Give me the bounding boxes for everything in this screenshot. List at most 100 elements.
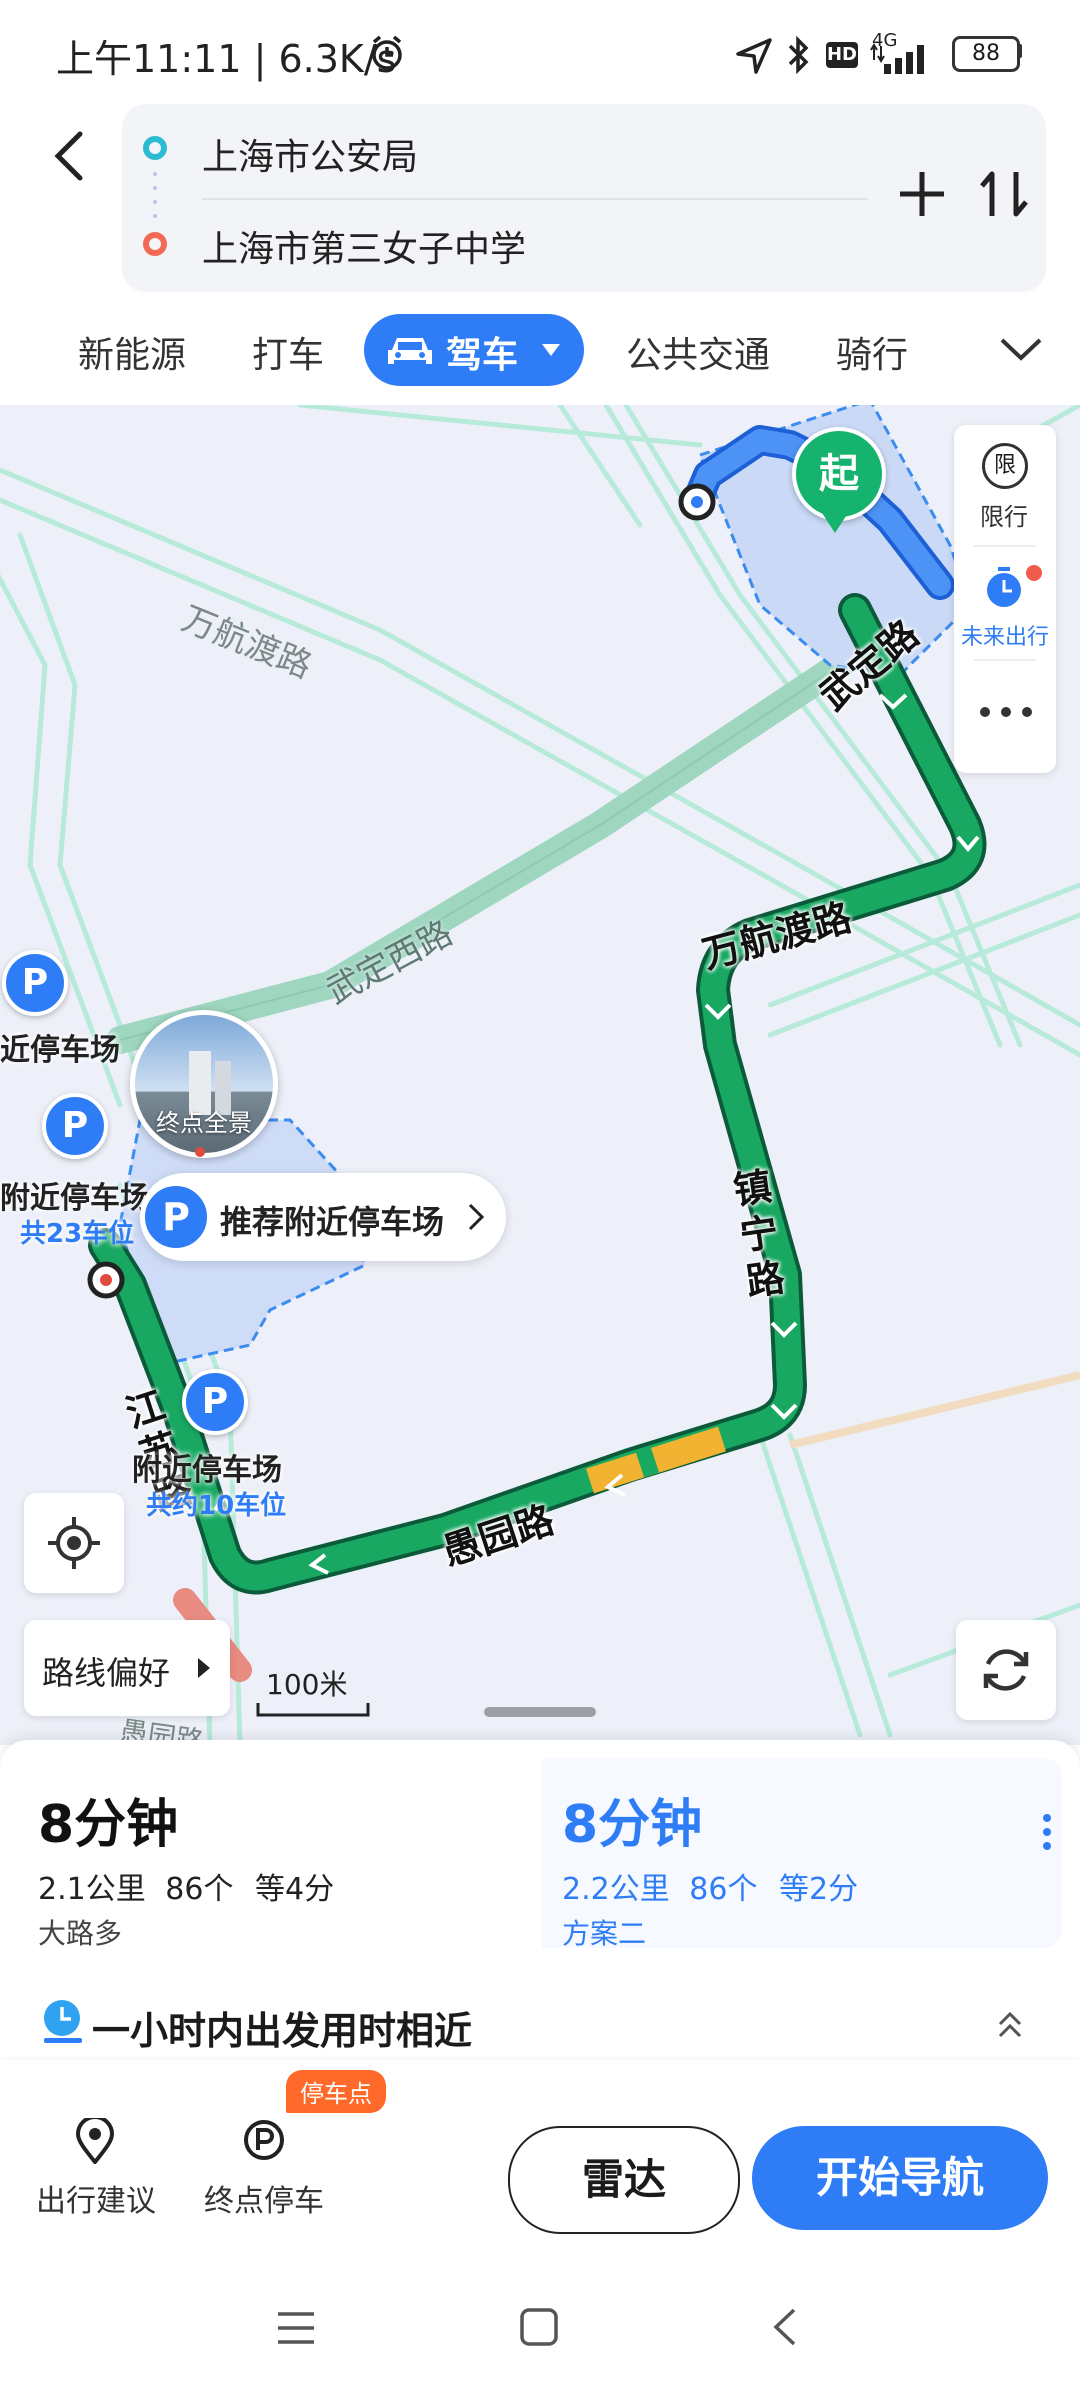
chevron-right-icon bbox=[468, 1203, 485, 1231]
route-time: 8分钟 bbox=[562, 1795, 703, 1855]
hd-badge: HD bbox=[826, 42, 858, 68]
start-navigation-button[interactable]: 开始导航 bbox=[752, 2126, 1048, 2230]
parking-marker[interactable]: P bbox=[42, 1093, 108, 1159]
tab-taxi[interactable]: 打车 bbox=[252, 326, 324, 378]
route-input-box: 上海市公安局 上海市第三女子中学 ! bbox=[122, 104, 1046, 292]
route-dots-icon bbox=[143, 136, 167, 256]
travel-mode-tabs: 新能源 打车 驾车 公共交通 骑行 bbox=[0, 310, 1080, 390]
bluetooth-icon bbox=[788, 35, 809, 75]
caret-right-icon bbox=[198, 1658, 210, 1678]
route-options: 8分钟 2.1公里 86个 等4分 大路多 8分钟 2.2公里 86个 等2分 … bbox=[18, 1758, 1062, 1950]
origin-field[interactable]: 上海市公安局 bbox=[202, 128, 418, 180]
bottom-action-bar: 出行建议 终点停车 停车点 雷达 开始导航 bbox=[0, 2060, 1080, 2240]
parking-lot-label: 附近停车场 bbox=[0, 1181, 150, 1216]
status-time-speed: 上午11:11 | 6.3K/s bbox=[56, 37, 397, 81]
locate-icon bbox=[48, 1517, 100, 1569]
start-marker-pin bbox=[822, 513, 848, 533]
tab-drive[interactable]: 驾车 bbox=[364, 314, 584, 386]
route-lights: 6个 bbox=[184, 1872, 234, 1907]
parking-point-badge: 停车点 bbox=[286, 2070, 386, 2113]
route-wait: 等2分 bbox=[779, 1872, 859, 1907]
route-tag: 大路多 bbox=[38, 1917, 123, 1950]
chevron-down-icon[interactable] bbox=[998, 332, 1044, 368]
future-travel-label[interactable]: 未来出行 bbox=[954, 619, 1056, 651]
route-option-1[interactable]: 8分钟 2.1公里 86个 等4分 大路多 bbox=[18, 1758, 538, 1950]
battery-tip bbox=[1017, 44, 1022, 58]
back-button[interactable] bbox=[40, 120, 100, 190]
parking-lot-label: 附近停车场 bbox=[132, 1453, 282, 1488]
destination-field[interactable]: 上海市第三女子中学 bbox=[202, 220, 526, 272]
route-distance: 2.1公里 bbox=[38, 1872, 146, 1907]
parking-marker[interactable]: P bbox=[182, 1369, 248, 1435]
refresh-route-button[interactable] bbox=[956, 1620, 1056, 1720]
swap-route-button[interactable] bbox=[974, 164, 1034, 224]
battery-level: 88 bbox=[972, 41, 1000, 66]
radar-button[interactable]: 雷达 bbox=[508, 2126, 740, 2234]
clock-icon bbox=[44, 2000, 82, 2043]
departure-hint-row[interactable]: 一小时内出发用时相近 bbox=[0, 1970, 1080, 2070]
home-icon[interactable] bbox=[518, 2306, 560, 2348]
restriction-button-label[interactable]: 限行 bbox=[980, 497, 1028, 532]
car-icon bbox=[388, 338, 432, 364]
destination-panorama[interactable]: 终点全景 bbox=[130, 1010, 278, 1158]
traffic-light-icon: 8 bbox=[689, 1872, 709, 1907]
future-travel-icon[interactable] bbox=[984, 565, 1026, 611]
more-vertical-icon[interactable] bbox=[1042, 1812, 1052, 1852]
traffic-light-icon: 8 bbox=[165, 1872, 185, 1907]
tab-new-energy[interactable]: 新能源 bbox=[78, 326, 186, 378]
parking-lot-count: 共23车位 bbox=[20, 1219, 135, 1249]
parking-lot-label: 近停车场 bbox=[0, 1033, 120, 1068]
system-navigation-bar bbox=[0, 2250, 1080, 2400]
parking-icon: P bbox=[142, 1183, 210, 1251]
parking-circle-icon bbox=[244, 2120, 284, 2160]
add-waypoint-button[interactable] bbox=[892, 164, 952, 224]
caret-down-icon bbox=[542, 344, 560, 356]
battery-indicator: 88 bbox=[952, 36, 1020, 72]
destination-dot bbox=[195, 1147, 205, 1157]
voice-microphone-button[interactable]: ! bbox=[1074, 160, 1080, 230]
map-view[interactable]: 万航渡路 武定西路 愚园路 武定路 万航渡路 镇宁路 愚园路 江苏路 起 限 限… bbox=[0, 405, 1080, 1745]
more-options-icon[interactable] bbox=[978, 705, 1034, 719]
route-distance: 2.2公里 bbox=[562, 1872, 670, 1907]
map-scale-label: 100米 bbox=[266, 1668, 348, 1701]
destination-panorama-label: 终点全景 bbox=[156, 1109, 252, 1137]
destination-parking-label: 终点停车 bbox=[204, 2184, 324, 2219]
route-lights: 6个 bbox=[708, 1872, 758, 1907]
recommend-parking-label: 推荐附近停车场 bbox=[220, 1203, 445, 1241]
alarm-icon bbox=[372, 35, 402, 70]
waypoint-divider bbox=[202, 198, 868, 200]
route-meta: 2.1公里 86个 等4分 bbox=[38, 1864, 334, 1908]
route-preference-label: 路线偏好 bbox=[42, 1654, 171, 1692]
status-bar: 上午11:11 | 6.3K/s HD 4G 88 bbox=[0, 0, 1080, 100]
route-preference-button[interactable]: 路线偏好 bbox=[24, 1620, 230, 1716]
back-nav-icon[interactable] bbox=[770, 2306, 800, 2348]
travel-suggestion-label: 出行建议 bbox=[36, 2184, 156, 2219]
route-option-2[interactable]: 8分钟 2.2公里 86个 等2分 方案二 bbox=[542, 1758, 1062, 1950]
location-pin-icon bbox=[75, 2118, 115, 2164]
start-marker[interactable]: 起 bbox=[792, 427, 886, 521]
divider bbox=[974, 659, 1036, 661]
departure-hint-text: 一小时内出发用时相近 bbox=[92, 2009, 473, 2053]
notification-dot bbox=[1026, 565, 1042, 581]
route-meta: 2.2公里 86个 等2分 bbox=[562, 1864, 858, 1908]
tab-bike[interactable]: 骑行 bbox=[836, 326, 908, 378]
location-arrow-icon bbox=[736, 38, 772, 74]
refresh-icon bbox=[983, 1649, 1029, 1691]
route-time: 8分钟 bbox=[38, 1795, 179, 1855]
destination-parking-button[interactable]: 终点停车 bbox=[198, 2110, 328, 2220]
collapse-icon[interactable] bbox=[996, 2008, 1024, 2040]
restriction-icon[interactable]: 限 bbox=[982, 443, 1028, 489]
route-wait: 等4分 bbox=[255, 1872, 335, 1907]
parking-lot-count: 共约10车位 bbox=[146, 1491, 287, 1521]
recommend-parking-button[interactable]: P 推荐附近停车场 bbox=[140, 1173, 506, 1261]
travel-suggestion-button[interactable]: 出行建议 bbox=[30, 2110, 160, 2220]
map-tool-panel: 限 限行 未来出行 bbox=[954, 425, 1056, 773]
menu-icon[interactable] bbox=[274, 2308, 318, 2348]
parking-marker[interactable]: P bbox=[2, 950, 68, 1016]
signal-icon bbox=[870, 43, 924, 74]
divider bbox=[974, 545, 1036, 547]
tab-transit[interactable]: 公共交通 bbox=[626, 326, 770, 378]
tab-drive-label: 驾车 bbox=[446, 335, 519, 376]
route-tag: 方案二 bbox=[562, 1917, 647, 1950]
locate-button[interactable] bbox=[24, 1493, 124, 1593]
